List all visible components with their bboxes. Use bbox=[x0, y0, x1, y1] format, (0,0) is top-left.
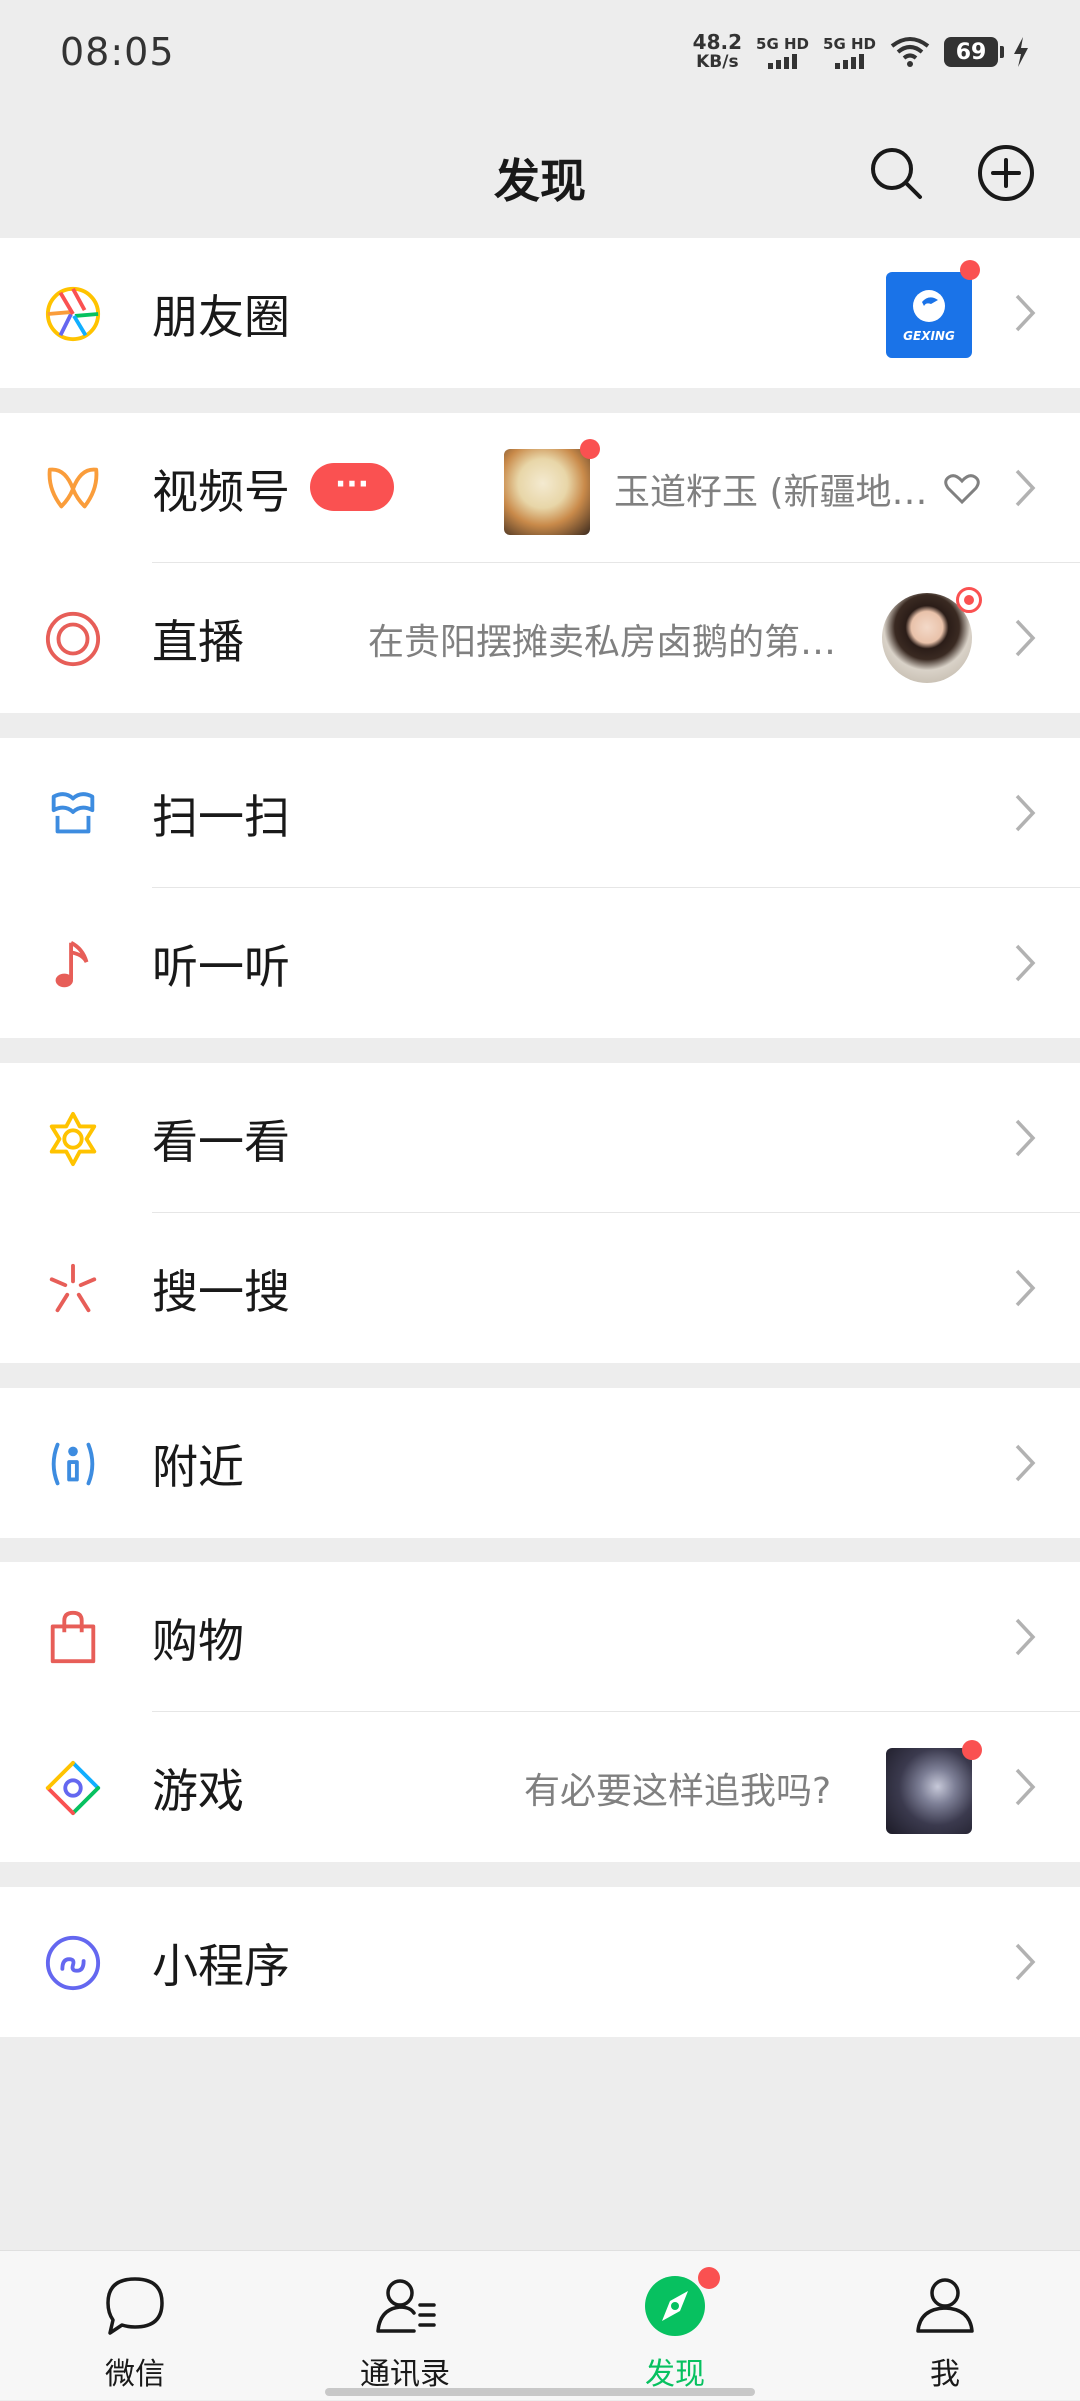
miniprogram-label: 小程序 bbox=[152, 1939, 290, 1993]
moments-aperture-icon bbox=[45, 286, 101, 342]
status-bar: 08:05 48.2 KB/s 5G HD 5G HD 69 bbox=[0, 0, 1080, 115]
channels-butterfly-icon bbox=[47, 467, 99, 509]
section-shopping: 购物 游戏 有必要这样追我吗? bbox=[0, 1562, 1080, 1862]
chevron-right-icon bbox=[1015, 1119, 1036, 1157]
tab-discover-label: 发现 bbox=[645, 2357, 705, 2392]
gexing-logo-icon: GEXING bbox=[903, 290, 955, 343]
chevron-right-icon bbox=[1015, 469, 1036, 507]
sim1-signal: 5G HD bbox=[756, 35, 809, 69]
section-scan: 扫一扫 听一听 bbox=[0, 738, 1080, 1038]
sim2-label: 5G HD bbox=[823, 35, 876, 53]
search-sparkle-icon bbox=[49, 1263, 97, 1313]
tab-discover[interactable]: 发现 bbox=[540, 2251, 810, 2401]
nearby-location-icon bbox=[51, 1442, 95, 1486]
tab-chats[interactable]: 微信 bbox=[0, 2251, 270, 2401]
svg-text:GEXING: GEXING bbox=[903, 329, 955, 343]
channels-label: 视频号 bbox=[152, 465, 290, 519]
chat-bubble-icon bbox=[106, 2277, 164, 2335]
search-icon[interactable] bbox=[866, 143, 926, 203]
section-moments: 朋友圈 GEXING bbox=[0, 238, 1080, 388]
chevron-right-icon bbox=[1015, 794, 1036, 832]
scan-icon bbox=[51, 792, 95, 834]
moments-unread-dot bbox=[960, 260, 980, 280]
miniprogram-icon bbox=[45, 1935, 101, 1991]
chevron-right-icon bbox=[1015, 1444, 1036, 1482]
chevron-right-icon bbox=[1015, 1269, 1036, 1307]
network-speed: 48.2 KB/s bbox=[693, 32, 742, 72]
moments-row[interactable]: 朋友圈 GEXING bbox=[0, 238, 1080, 388]
plus-circle-icon[interactable] bbox=[976, 143, 1036, 203]
chevron-right-icon bbox=[1015, 1943, 1036, 1981]
network-speed-value: 48.2 bbox=[692, 30, 743, 54]
section-miniprogram: 小程序 bbox=[0, 1887, 1080, 2037]
miniprogram-row[interactable]: 小程序 bbox=[0, 1887, 1080, 2037]
status-time: 08:05 bbox=[60, 30, 175, 74]
look-label: 看一看 bbox=[152, 1115, 290, 1169]
live-icon bbox=[45, 611, 101, 667]
charging-icon bbox=[1014, 37, 1028, 67]
live-label: 直播 bbox=[152, 615, 244, 669]
chevron-right-icon bbox=[1015, 1768, 1036, 1806]
sim1-label: 5G HD bbox=[756, 35, 810, 53]
look-star-icon bbox=[49, 1111, 97, 1167]
signal-bars-icon bbox=[768, 53, 798, 69]
live-indicator-icon bbox=[956, 587, 982, 613]
status-indicators: 48.2 KB/s 5G HD 5G HD 69 bbox=[693, 32, 1030, 72]
channels-unread-dot bbox=[580, 439, 600, 459]
scan-row[interactable]: 扫一扫 bbox=[0, 738, 1080, 888]
bottom-tab-bar: 微信 通讯录 发现 我 bbox=[0, 2250, 1080, 2400]
home-indicator[interactable] bbox=[325, 2388, 755, 2396]
chevron-right-icon bbox=[1015, 1618, 1036, 1656]
live-subtitle: 在贵阳摆摊卖私房卤鹅的第… bbox=[368, 622, 837, 663]
chevron-right-icon bbox=[1015, 944, 1036, 982]
games-subtitle: 有必要这样追我吗? bbox=[524, 1771, 832, 1812]
channels-badge: ··· bbox=[310, 463, 394, 511]
wifi-icon bbox=[890, 37, 930, 67]
shopping-bag-icon bbox=[50, 1610, 96, 1664]
live-row[interactable]: 直播 在贵阳摆摊卖私房卤鹅的第… bbox=[0, 563, 1080, 713]
sim2-signal: 5G HD bbox=[823, 35, 876, 69]
nearby-label: 附近 bbox=[152, 1440, 244, 1494]
chevron-right-icon bbox=[1015, 619, 1036, 657]
section-nearby: 附近 bbox=[0, 1388, 1080, 1538]
shopping-row[interactable]: 购物 bbox=[0, 1562, 1080, 1712]
heart-icon[interactable] bbox=[944, 473, 980, 505]
title-bar: 发现 bbox=[0, 115, 1080, 237]
games-diamond-icon bbox=[45, 1760, 101, 1816]
tab-contacts-label: 通讯录 bbox=[360, 2357, 450, 2392]
discover-unread-dot bbox=[698, 2267, 720, 2289]
tab-chats-label: 微信 bbox=[105, 2357, 165, 2392]
battery-indicator: 69 bbox=[944, 37, 1004, 67]
moments-thumbnail: GEXING bbox=[886, 272, 972, 358]
signal-bars-icon bbox=[835, 53, 864, 69]
channels-subtitle: 玉道籽玉 (新疆地… bbox=[614, 472, 928, 513]
listen-label: 听一听 bbox=[152, 940, 290, 994]
chevron-right-icon bbox=[1015, 294, 1036, 332]
channels-row[interactable]: 视频号 ··· 玉道籽玉 (新疆地… bbox=[0, 413, 1080, 563]
section-channels: 视频号 ··· 玉道籽玉 (新疆地… 直播 在贵阳摆摊卖私房卤鹅的第… bbox=[0, 413, 1080, 713]
listen-row[interactable]: 听一听 bbox=[0, 888, 1080, 1038]
search-row[interactable]: 搜一搜 bbox=[0, 1213, 1080, 1363]
games-label: 游戏 bbox=[152, 1764, 244, 1818]
shopping-label: 购物 bbox=[152, 1614, 244, 1668]
nearby-row[interactable]: 附近 bbox=[0, 1388, 1080, 1538]
tab-me[interactable]: 我 bbox=[810, 2251, 1080, 2401]
music-note-icon bbox=[55, 941, 89, 988]
scan-label: 扫一扫 bbox=[152, 790, 290, 844]
look-row[interactable]: 看一看 bbox=[0, 1063, 1080, 1213]
channels-thumbnail bbox=[504, 449, 590, 535]
section-look: 看一看 搜一搜 bbox=[0, 1063, 1080, 1363]
games-row[interactable]: 游戏 有必要这样追我吗? bbox=[0, 1712, 1080, 1862]
search-label: 搜一搜 bbox=[152, 1265, 290, 1319]
games-unread-dot bbox=[962, 1740, 982, 1760]
network-speed-unit: KB/s bbox=[696, 52, 739, 72]
tab-contacts[interactable]: 通讯录 bbox=[270, 2251, 540, 2401]
tab-me-label: 我 bbox=[930, 2357, 960, 2392]
person-icon bbox=[916, 2278, 974, 2333]
contacts-icon bbox=[376, 2279, 436, 2333]
moments-label: 朋友圈 bbox=[152, 290, 290, 344]
games-thumbnail bbox=[886, 1748, 972, 1834]
